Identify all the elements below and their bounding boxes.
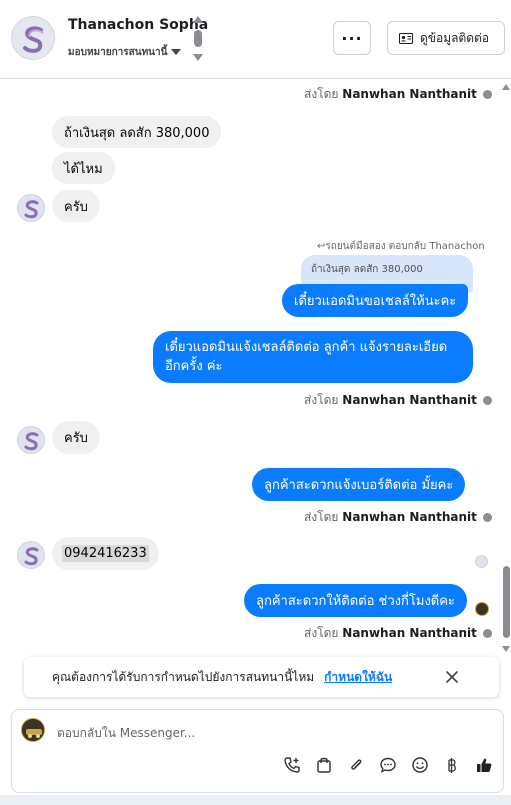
read-receipt-avatar bbox=[475, 602, 489, 616]
bottom-strip bbox=[0, 795, 511, 805]
scroll-up-icon[interactable] bbox=[502, 84, 510, 90]
message-thread[interactable]: ส่งโดย Nanwhan Nanthanit ถ้าเงินสุด ลดสั… bbox=[0, 80, 511, 655]
chat-bubble-icon[interactable] bbox=[377, 754, 399, 776]
avatar-s-logo bbox=[24, 432, 39, 451]
avatar-s-logo bbox=[12, 17, 54, 59]
header-scroller[interactable] bbox=[193, 16, 203, 62]
composer-toolbar bbox=[271, 754, 495, 776]
page-avatar bbox=[21, 718, 45, 742]
conversation-header: Thanachon Sopha มอบหมายการสนทนานี้ ··· ด… bbox=[0, 0, 511, 79]
message-input[interactable]: ตอบกลับใน Messenger... bbox=[57, 724, 195, 743]
call-add-icon[interactable] bbox=[281, 754, 303, 776]
incoming-message[interactable]: ครับ bbox=[52, 421, 100, 454]
phone-number[interactable]: 0942416233 bbox=[62, 545, 149, 562]
incoming-message[interactable]: 0942416233 bbox=[52, 537, 159, 570]
view-contact-info-button[interactable]: ดูข้อมูลติดต่อ bbox=[387, 21, 505, 55]
contact-avatar-small[interactable] bbox=[17, 194, 45, 222]
sent-by-label: ส่งโดย Nanwhan Nanthanit bbox=[304, 508, 492, 527]
scroll-thumb[interactable] bbox=[194, 30, 202, 47]
outgoing-message[interactable]: ลูกค้าสะดวกให้ติดต่อ ช่วงกี่โมงดีคะ bbox=[244, 584, 467, 617]
paperclip-icon[interactable] bbox=[345, 754, 367, 776]
contact-card-icon bbox=[399, 32, 413, 44]
sent-by-label: ส่งโดย Nanwhan Nanthanit bbox=[304, 624, 492, 643]
incoming-message[interactable]: ถ้าเงินสุด ลดสัก 380,000 bbox=[52, 116, 222, 148]
help-icon[interactable] bbox=[482, 90, 492, 99]
assign-conversation-dropdown[interactable]: มอบหมายการสนทนานี้ bbox=[68, 45, 182, 60]
contact-avatar-small[interactable] bbox=[17, 541, 45, 569]
scroll-down-icon[interactable] bbox=[193, 54, 203, 61]
scroll-up-icon[interactable] bbox=[193, 16, 203, 23]
incoming-message[interactable]: ครับ bbox=[52, 190, 100, 222]
outgoing-message[interactable]: เดี๋ยวแอดมินขอเชลล์ให้นะคะ bbox=[282, 284, 469, 317]
contact-name[interactable]: Thanachon Sopha bbox=[68, 17, 208, 33]
thread-scrollbar[interactable] bbox=[502, 80, 511, 655]
page-logo bbox=[22, 719, 44, 741]
help-icon[interactable] bbox=[482, 629, 492, 638]
assign-banner: คุณต้องการได้รับการกำหนดไปยังการสนทนานี้… bbox=[24, 657, 499, 697]
scroll-down-icon[interactable] bbox=[502, 646, 510, 652]
contact-info-label: ดูข้อมูลติดต่อ bbox=[420, 30, 490, 45]
ellipsis-icon: ··· bbox=[341, 28, 363, 48]
contact-avatar-small[interactable] bbox=[17, 426, 45, 454]
sent-by-label: ส่งโดย Nanwhan Nanthanit bbox=[304, 85, 492, 104]
chevron-down-icon bbox=[171, 49, 182, 55]
incoming-message[interactable]: ได้ไหม bbox=[52, 152, 115, 184]
avatar-s-logo bbox=[24, 547, 39, 566]
assign-label: มอบหมายการสนทนานี้ bbox=[68, 47, 168, 58]
outgoing-message[interactable]: ลูกค้าสะดวกแจ้งเบอร์ติดต่อ มั้ยคะ bbox=[252, 468, 466, 501]
avatar-s-logo bbox=[24, 200, 39, 219]
help-icon[interactable] bbox=[482, 396, 492, 405]
close-icon[interactable] bbox=[443, 668, 461, 686]
outgoing-message[interactable]: เดี๋ยวแอดมินแจ้งเชลล์ติดต่อ ลูกค้า แจ้งร… bbox=[153, 331, 473, 383]
scroll-thumb[interactable] bbox=[503, 566, 510, 638]
read-receipt-avatar bbox=[475, 555, 488, 568]
reply-meta: ↩รถยนต์มือสอง ตอบกลับ Thanachon bbox=[317, 241, 485, 252]
emoji-icon[interactable] bbox=[409, 754, 431, 776]
reply-composer: ตอบกลับใน Messenger... bbox=[11, 709, 504, 793]
assign-to-me-link[interactable]: กำหนดให้ฉัน bbox=[324, 668, 392, 687]
help-icon[interactable] bbox=[482, 513, 492, 522]
sent-by-label: ส่งโดย Nanwhan Nanthanit bbox=[304, 391, 492, 410]
assign-banner-text: คุณต้องการได้รับการกำหนดไปยังการสนทนานี้… bbox=[52, 669, 315, 684]
contact-avatar[interactable] bbox=[11, 16, 55, 60]
more-options-button[interactable]: ··· bbox=[333, 21, 371, 55]
baht-icon[interactable] bbox=[441, 754, 463, 776]
thumbs-up-icon[interactable] bbox=[473, 754, 495, 776]
shopping-bag-icon[interactable] bbox=[313, 754, 335, 776]
